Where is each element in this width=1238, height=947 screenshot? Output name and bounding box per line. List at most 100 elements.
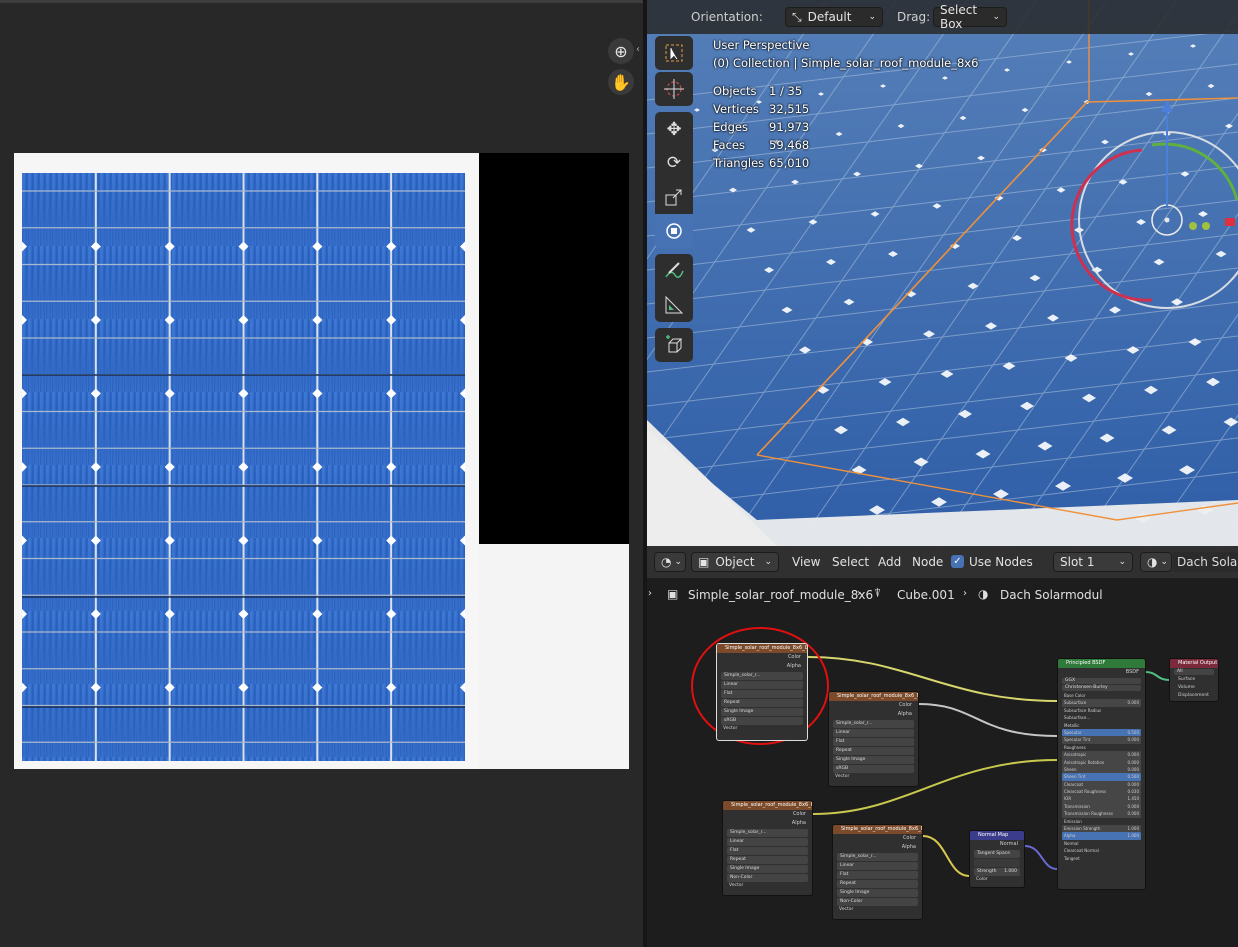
- texture-white-lower-area: [479, 544, 629, 769]
- node-target-dropdown[interactable]: All: [1174, 669, 1214, 675]
- bsdf-input-row[interactable]: Subsurface...: [1062, 714, 1141, 721]
- node-output-color: Color: [898, 702, 912, 708]
- image-editor-header-strip: [0, 0, 643, 3]
- bsdf-input-row[interactable]: Emission: [1062, 818, 1141, 825]
- node-output-alpha: Alpha: [897, 711, 912, 717]
- shader-node-editor[interactable]: ◔ ⌄ ▣ Object ⌄ View Select Add Node ✓ Use…: [647, 546, 1238, 947]
- node-space-dropdown[interactable]: Tangent Space: [974, 850, 1020, 858]
- sidebar-toggle-arrow-icon[interactable]: ‹: [636, 44, 640, 55]
- node-extension[interactable]: Repeat: [837, 880, 918, 888]
- rotate-tool-icon[interactable]: ⟳: [655, 146, 693, 180]
- bsdf-input-row[interactable]: Sheen Tint 0.500: [1062, 773, 1141, 781]
- bsdf-input-row[interactable]: Specular 0.500: [1062, 728, 1141, 737]
- node-output-alpha: Alpha: [786, 663, 801, 669]
- image-texture-node[interactable]: Simple_solar_roof_module_8x6_Ro... Color…: [722, 800, 813, 896]
- principled-bsdf-node[interactable]: Principled BSDF BSDF GGX Christensen-Bur…: [1057, 658, 1146, 890]
- image-texture-node[interactable]: Simple_solar_roof_module_8x6_Met Color A…: [828, 691, 919, 787]
- bsdf-input-row[interactable]: Clearcoat Normal: [1062, 847, 1141, 854]
- bsdf-input-row[interactable]: Transmission 0.000: [1062, 802, 1141, 811]
- bsdf-input-row[interactable]: Emission Strength 1.000: [1062, 825, 1141, 833]
- cursor-tool-icon[interactable]: [655, 72, 693, 106]
- bsdf-input-row[interactable]: Clearcoat 0.000: [1062, 780, 1141, 789]
- node-image-field[interactable]: Simple_solar_r...: [727, 829, 808, 837]
- node-input-vector: Vector: [729, 883, 744, 888]
- bsdf-input-row[interactable]: Alpha 1.000: [1062, 832, 1141, 840]
- bsdf-input-row[interactable]: Normal: [1062, 840, 1141, 847]
- bsdf-input-row[interactable]: Clearcoat Roughness 0.030: [1062, 788, 1141, 796]
- bsdf-input-row[interactable]: Specular Tint 0.000: [1062, 736, 1141, 744]
- solar-roof-render: [647, 0, 1238, 546]
- image-editor-area[interactable]: ⊕ ‹ ✋: [0, 0, 643, 947]
- annotate-tool-icon[interactable]: [655, 254, 693, 288]
- measure-tool-icon[interactable]: [655, 288, 693, 322]
- node-strength-field[interactable]: Strength 1.000: [974, 868, 1020, 876]
- node-uvmap-field[interactable]: [974, 859, 1020, 867]
- node-extension[interactable]: Repeat: [833, 747, 914, 755]
- node-output-alpha: Alpha: [901, 844, 916, 850]
- node-interpolation[interactable]: Linear: [727, 838, 808, 846]
- bsdf-input-row[interactable]: IOR 1.450: [1062, 795, 1141, 803]
- node-input-vector: Vector: [723, 726, 738, 731]
- node-input-vector: Vector: [839, 907, 854, 912]
- node-projection[interactable]: Flat: [727, 847, 808, 855]
- node-colorspace[interactable]: sRGB: [833, 765, 914, 773]
- bsdf-input-row[interactable]: Metallic: [1062, 722, 1141, 729]
- bsdf-input-label: Roughness: [1064, 744, 1086, 750]
- node-extension[interactable]: Repeat: [727, 856, 808, 864]
- select-box-tool-icon[interactable]: [655, 36, 693, 70]
- node-interpolation[interactable]: Linear: [721, 681, 803, 689]
- bsdf-input-value: 0.500: [1127, 729, 1139, 735]
- 3d-viewport[interactable]: Orientation: ⤡ Default ⌄ Drag: Select Bo…: [647, 0, 1238, 546]
- image-texture-node[interactable]: Simple_solar_roof_module_8x6_Col Color A…: [716, 643, 808, 741]
- pan-hand-icon[interactable]: ✋: [608, 69, 634, 95]
- node-projection[interactable]: Flat: [721, 690, 803, 698]
- node-extension[interactable]: Repeat: [721, 699, 803, 707]
- bsdf-input-row[interactable]: Roughness: [1062, 744, 1141, 751]
- orientation-dropdown[interactable]: ⤡ Default ⌄: [785, 7, 883, 27]
- image-texture-node[interactable]: Simple_solar_roof_module_8x6_No... Color…: [832, 824, 923, 920]
- node-input-displacement: Displacement: [1178, 693, 1209, 698]
- move-tool-icon[interactable]: ✥: [655, 112, 693, 146]
- node-image-field[interactable]: Simple_solar_r...: [721, 672, 803, 680]
- node-image-field[interactable]: Simple_solar_r...: [837, 853, 918, 861]
- node-subsurface-method-dropdown[interactable]: Christensen-Burley: [1062, 685, 1141, 691]
- node-input-surface: Surface: [1178, 677, 1196, 682]
- zoom-icon[interactable]: ⊕: [608, 38, 634, 64]
- add-cube-tool-icon[interactable]: [655, 328, 693, 362]
- node-interpolation[interactable]: Linear: [837, 862, 918, 870]
- texture-image-canvas[interactable]: [14, 153, 629, 769]
- node-source[interactable]: Single Image: [833, 756, 914, 764]
- bsdf-input-row[interactable]: Subsurface 0.000: [1062, 699, 1141, 707]
- node-projection[interactable]: Flat: [833, 738, 914, 746]
- node-projection[interactable]: Flat: [837, 871, 918, 879]
- normal-map-node[interactable]: Normal Map Normal Tangent Space Strength…: [969, 830, 1025, 888]
- drag-dropdown[interactable]: Select Box ⌄: [933, 3, 1007, 31]
- bsdf-input-label: Clearcoat Normal: [1064, 848, 1099, 854]
- bsdf-input-row[interactable]: Anisotropic Rotation 0.000: [1062, 758, 1141, 766]
- bsdf-input-row[interactable]: Transmission Roughness 0.000: [1062, 810, 1141, 818]
- bsdf-input-value: 0.000: [1127, 752, 1139, 758]
- node-output-normal: Normal: [999, 841, 1018, 847]
- bsdf-input-label: Base Color: [1064, 693, 1086, 698]
- node-colorspace[interactable]: sRGB: [721, 717, 803, 725]
- node-output-color: Color: [792, 811, 806, 817]
- bsdf-input-row[interactable]: Anisotropic 0.000: [1062, 751, 1141, 759]
- bsdf-input-row[interactable]: Base Color: [1062, 692, 1141, 699]
- scale-tool-icon[interactable]: [655, 180, 693, 214]
- bsdf-input-label: Sheen: [1064, 766, 1077, 772]
- node-interpolation[interactable]: Linear: [833, 729, 914, 737]
- node-source[interactable]: Single Image: [721, 708, 803, 716]
- node-distribution-dropdown[interactable]: GGX: [1062, 678, 1141, 684]
- node-input-color: Color: [976, 877, 988, 882]
- node-source[interactable]: Single Image: [837, 889, 918, 897]
- node-image-field[interactable]: Simple_solar_r...: [833, 720, 914, 728]
- node-colorspace[interactable]: Non-Color: [727, 874, 808, 882]
- bsdf-input-row[interactable]: Sheen 0.000: [1062, 765, 1141, 774]
- material-output-node[interactable]: Material Output All Surface Volume Displ…: [1169, 658, 1219, 702]
- bsdf-input-row[interactable]: Subsurface Radius: [1062, 707, 1141, 714]
- transform-tool-icon[interactable]: [655, 214, 693, 248]
- node-colorspace[interactable]: Non-Color: [837, 898, 918, 906]
- node-title: Simple_solar_roof_module_8x6_Met: [829, 692, 918, 701]
- node-source[interactable]: Single Image: [727, 865, 808, 873]
- bsdf-input-row[interactable]: Tangent: [1062, 855, 1141, 862]
